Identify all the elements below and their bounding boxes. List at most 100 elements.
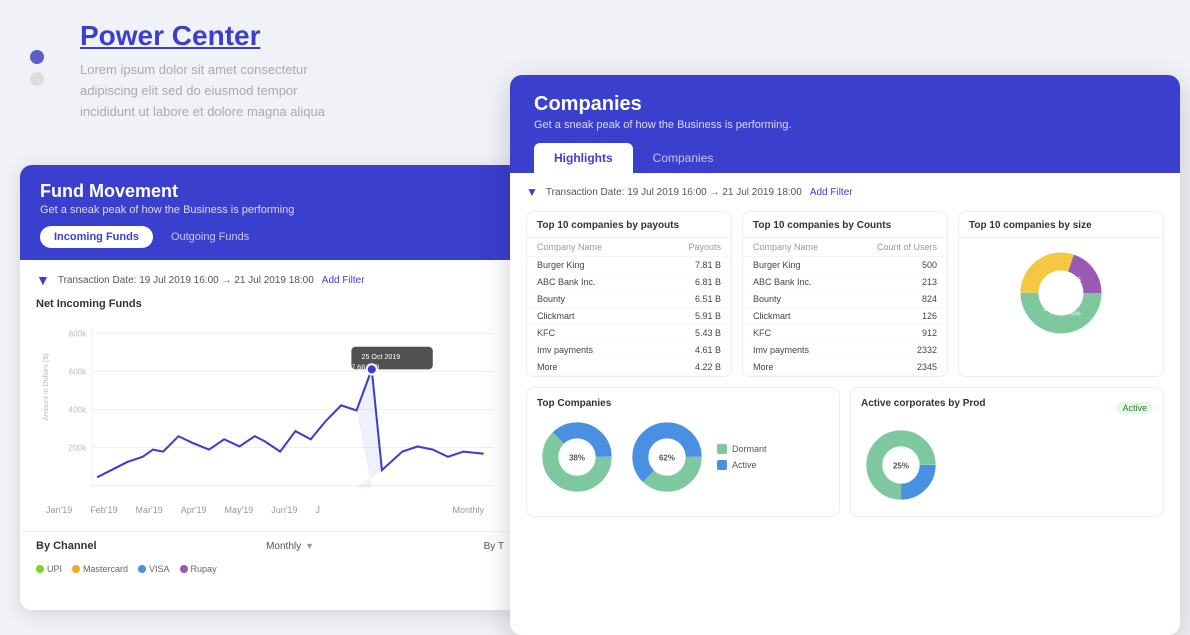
tab-incoming-funds[interactable]: Incoming Funds [40, 226, 153, 248]
x-label-jun: Jun'19 [271, 505, 297, 515]
companies-card: Companies Get a sneak peak of how the Bu… [510, 75, 1180, 635]
col-count-users: Count of Users [848, 238, 947, 257]
companies-add-filter-button[interactable]: Add Filter [810, 187, 853, 198]
table-counts-title: Top 10 companies by Counts [743, 212, 947, 238]
legend-active: Active [717, 460, 767, 470]
svg-text:25%: 25% [893, 462, 909, 471]
top-companies-card: Top Companies 38% 62% [526, 387, 840, 517]
top-companies-donut: 38% [537, 417, 617, 497]
table-payouts-title: Top 10 companies by payouts [527, 212, 731, 238]
legend-mastercard: Mastercard [72, 564, 128, 574]
svg-text:50%: 50% [1070, 312, 1081, 318]
table-row: Clickmart126 [743, 308, 947, 325]
table-row: KFC912 [743, 325, 947, 342]
fund-card-subtitle: Get a sneak peak of how the Business is … [40, 204, 500, 216]
toggle-dot-1 [30, 50, 44, 64]
x-label-feb: Feb'19 [90, 505, 117, 515]
bottom-grid: Top Companies 38% 62% [526, 387, 1164, 517]
active-corporates-donut: 25% [861, 425, 941, 505]
companies-header: Companies Get a sneak peak of how the Bu… [510, 75, 1180, 173]
table-size-title: Top 10 companies by size [959, 212, 1163, 238]
by-channel-bar: By Channel Monthly ▼ By T [20, 531, 520, 560]
fund-card-header: Fund Movement Get a sneak peak of how th… [20, 165, 520, 260]
table-row: Imv payments2332 [743, 342, 947, 359]
svg-text:38%: 38% [569, 454, 585, 463]
table-row: More2345 [743, 359, 947, 376]
x-label-jan: Jan'19 [46, 505, 72, 515]
table-row: Burger King7.81 B [527, 257, 731, 274]
table-row: More4.22 B [527, 359, 731, 376]
legend-dot-mastercard [72, 565, 80, 573]
top-companies-legend: Dormant Active [717, 444, 767, 470]
companies-filter-icon: ▼ [526, 185, 538, 199]
tab-companies[interactable]: Companies [633, 143, 734, 173]
fund-tabs: Incoming Funds Outgoing Funds [40, 226, 500, 248]
filter-icon: ▼ [36, 272, 50, 288]
active-corporates-title: Active corporates by Prod [861, 398, 985, 409]
legend-sq-dormant [717, 444, 727, 454]
x-label-j: J [315, 505, 320, 515]
status-badge: Active [1116, 402, 1153, 414]
svg-text:600k: 600k [69, 329, 88, 338]
fund-add-filter-button[interactable]: Add Filter [322, 275, 365, 286]
size-donut-chart: 5 50% 1 32% [959, 238, 1163, 348]
toggle-dots [30, 50, 44, 86]
companies-body: ▼ Transaction Date: 19 Jul 2019 16:00 → … [510, 173, 1180, 613]
companies-filter-bar: ▼ Transaction Date: 19 Jul 2019 16:00 → … [526, 185, 1164, 199]
fund-movement-card: Fund Movement Get a sneak peak of how th… [20, 165, 520, 610]
table-size: Top 10 companies by size 5 50% 1 32% [958, 211, 1164, 377]
legend-rupay: Rupay [180, 564, 217, 574]
legend-dot-rupay [180, 565, 188, 573]
active-corporates-content: 25% [861, 425, 1153, 505]
table-row: Bounty824 [743, 291, 947, 308]
table-payouts: Top 10 companies by payouts Company Name… [526, 211, 732, 377]
table-row: ABC Bank Inc.213 [743, 274, 947, 291]
fund-card-title: Fund Movement [40, 181, 500, 202]
companies-title: Companies [534, 93, 1156, 116]
x-label-may: May'19 [224, 505, 253, 515]
svg-text:400k: 400k [69, 406, 88, 415]
legend-sq-active [717, 460, 727, 470]
legend-dormant: Dormant [717, 444, 767, 454]
col-payouts: Payouts [653, 238, 731, 257]
x-label-mar: Mar'19 [136, 505, 163, 515]
table-row: Bounty6.51 B [527, 291, 731, 308]
top-companies-title: Top Companies [537, 398, 829, 409]
active-corporates-card: Active corporates by Prod Active 25% [850, 387, 1164, 517]
fund-legend: UPI Mastercard VISA Rupay [20, 560, 520, 578]
counts-table: Company Name Count of Users Burger King5… [743, 238, 947, 376]
svg-text:1: 1 [1052, 297, 1056, 304]
table-row: Imv payments4.61 B [527, 342, 731, 359]
chart-monthly-label: Monthly [452, 505, 494, 515]
companies-filter-text: Transaction Date: 19 Jul 2019 16:00 → 21… [546, 187, 802, 198]
fund-card-body: ▼ Transaction Date: 19 Jul 2019 16:00 → … [20, 260, 520, 527]
legend-dot-upi [36, 565, 44, 573]
chart-title: Net Incoming Funds [36, 298, 504, 310]
col-company-name-2: Company Name [743, 238, 848, 257]
table-row: ABC Bank Inc.6.81 B [527, 274, 731, 291]
tab-highlights[interactable]: Highlights [534, 143, 633, 173]
tables-grid: Top 10 companies by payouts Company Name… [526, 211, 1164, 377]
top-companies-donut2: 62% [627, 417, 707, 497]
svg-text:25 Oct 2019: 25 Oct 2019 [362, 353, 401, 361]
table-counts: Top 10 companies by Counts Company Name … [742, 211, 948, 377]
svg-text:32%: 32% [1043, 307, 1054, 313]
payouts-table: Company Name Payouts Burger King7.81 BAB… [527, 238, 731, 376]
x-label-apr: Apr'19 [181, 505, 207, 515]
legend-visa: VISA [138, 564, 170, 574]
tab-outgoing-funds[interactable]: Outgoing Funds [157, 226, 263, 248]
toggle-dot-2 [30, 72, 44, 86]
legend-upi: UPI [36, 564, 62, 574]
fund-filter-text: Transaction Date: 19 Jul 2019 16:00 → 21… [58, 275, 314, 286]
companies-subtitle: Get a sneak peak of how the Business is … [534, 119, 1156, 131]
table-row: KFC5.43 B [527, 325, 731, 342]
page-description: Lorem ipsum dolor sit amet consectetur a… [80, 60, 325, 122]
col-company-name-1: Company Name [527, 238, 653, 257]
table-row: Burger King500 [743, 257, 947, 274]
table-row: Clickmart5.91 B [527, 308, 731, 325]
svg-text:62%: 62% [659, 454, 675, 463]
top-companies-content: 38% 62% Dormant [537, 417, 829, 497]
companies-tabs: Highlights Companies [534, 143, 1156, 173]
svg-text:200k: 200k [69, 444, 88, 453]
fund-chart: 600k 600k 400k 200k Amount in Dollars ($… [36, 318, 504, 503]
